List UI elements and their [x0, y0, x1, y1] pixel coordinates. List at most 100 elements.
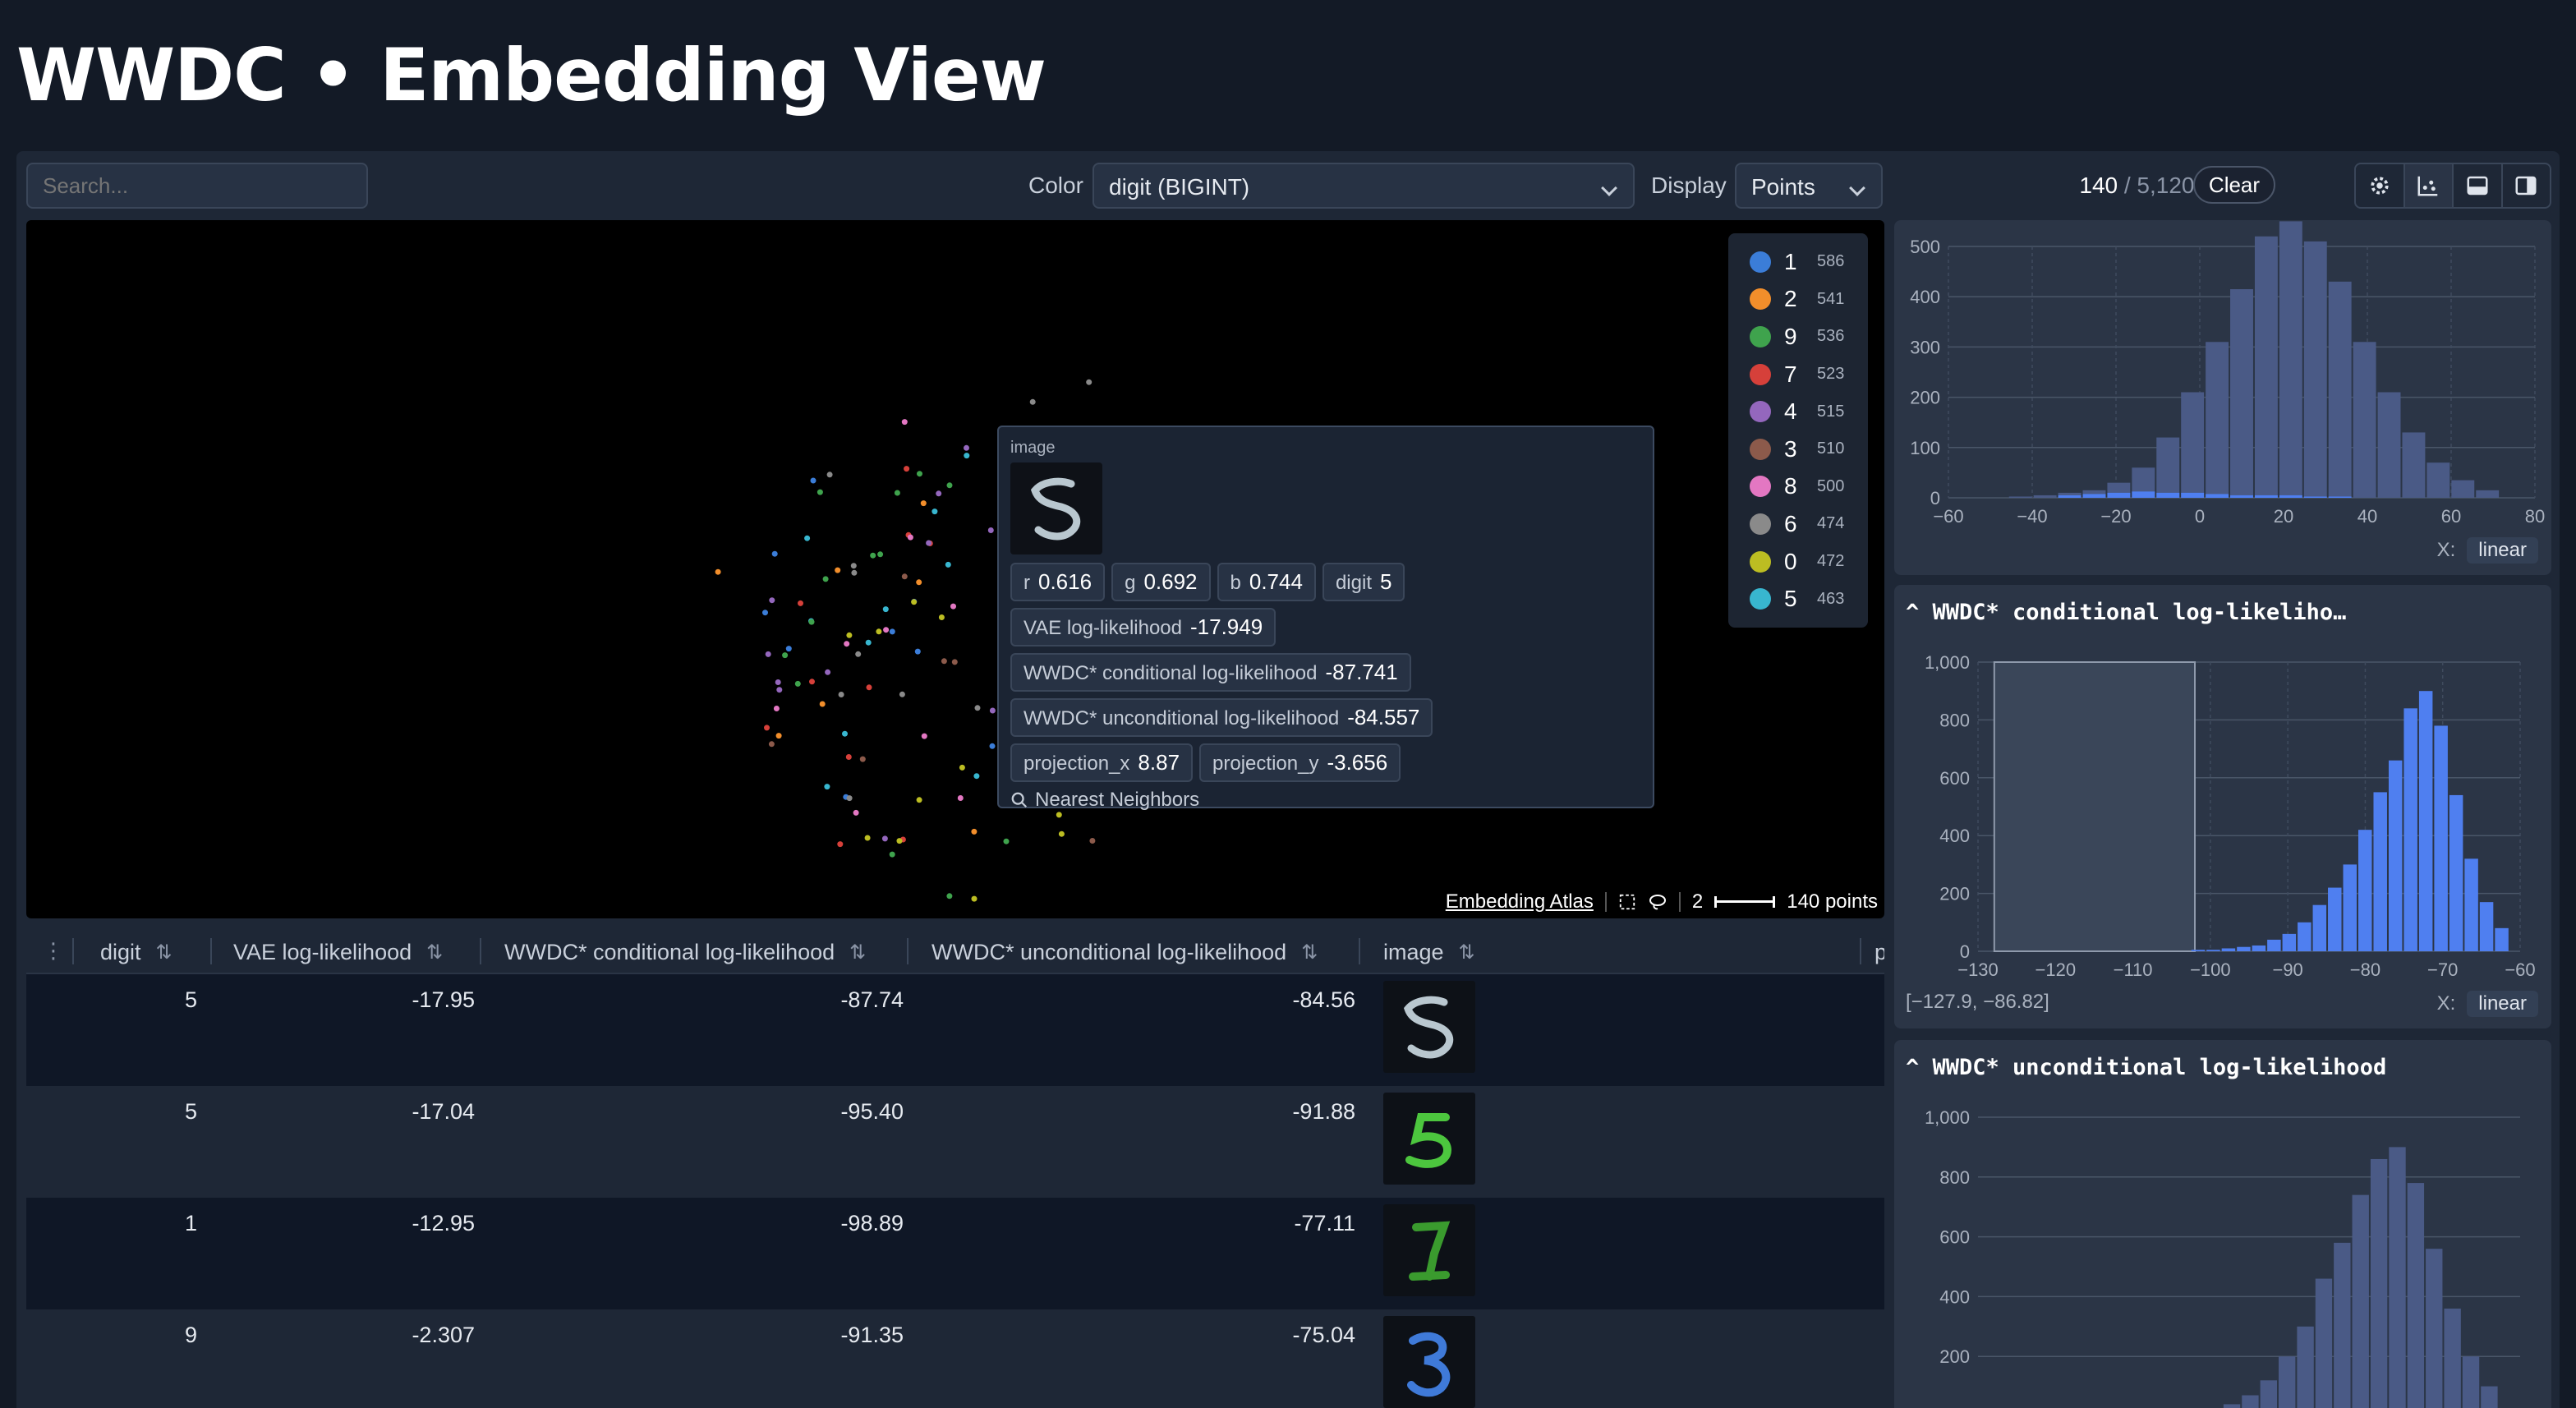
- scale-selector[interactable]: X: linear: [2437, 537, 2538, 564]
- histogram-conditional-chart[interactable]: 1,0008006004002000−130 −120 −110 −100 −90 −80…: [1894, 585, 2551, 1028]
- column-header-digit[interactable]: digit ⇅: [100, 940, 172, 965]
- table-row[interactable]: 5 -17.95 -87.74 -84.56: [26, 974, 1884, 1086]
- color-select[interactable]: digit (BIGINT): [1092, 163, 1635, 209]
- sort-icon: ⇅: [1458, 941, 1475, 964]
- column-header-vae[interactable]: VAE log-likelihood ⇅: [233, 940, 443, 965]
- scatter-point: [964, 444, 969, 451]
- x-tick-label: 80: [2525, 506, 2545, 527]
- scatter-point: [845, 754, 852, 760]
- legend-item[interactable]: 1 586: [1728, 243, 1868, 281]
- scatter-point: [932, 508, 938, 515]
- table-view-button[interactable]: [2454, 164, 2503, 207]
- legend-item[interactable]: 5 463: [1728, 580, 1868, 618]
- column-header-label: WWDC* conditional log-likelihood: [504, 940, 835, 964]
- scale-axis-label: X:: [2436, 992, 2456, 1015]
- field-key: projection_x: [1024, 752, 1130, 775]
- scale-value: 2: [1691, 890, 1704, 913]
- color-select-value: digit (BIGINT): [1109, 174, 1250, 200]
- column-header-label: image: [1383, 940, 1444, 964]
- field-projection-y: projection_y -3.656: [1199, 743, 1401, 782]
- histogram-bar: [2279, 1356, 2296, 1408]
- x-tick-label: −90: [2272, 959, 2302, 980]
- field-unconditional: WWDC* unconditional log-likelihood -84.55…: [1010, 698, 1433, 737]
- histogram-top-chart[interactable]: 5004003002001000−60 −40 −20 0 20 40 60 80: [1894, 220, 2551, 575]
- column-divider: [480, 938, 481, 964]
- nearest-neighbors-button[interactable]: Nearest Neighbors: [1010, 789, 1641, 812]
- points-count: 140 points: [1787, 890, 1878, 913]
- display-select[interactable]: Points: [1735, 163, 1883, 209]
- scatter-point: [822, 576, 829, 582]
- lasso-icon[interactable]: [1648, 892, 1668, 912]
- x-tick-label: −20: [2100, 506, 2131, 527]
- scatter-point: [1086, 379, 1092, 385]
- table-row[interactable]: 9 -2.307 -91.35 -75.04: [26, 1309, 1884, 1408]
- field-key: WWDC* conditional log-likelihood: [1024, 662, 1318, 684]
- legend-item[interactable]: 2 541: [1728, 281, 1868, 319]
- legend-name: 9: [1784, 323, 1797, 349]
- histogram-bar: [2353, 342, 2376, 498]
- legend-item[interactable]: 8 500: [1728, 468, 1868, 506]
- field-projection-x: projection_x 8.87: [1010, 743, 1194, 782]
- cell-vae: -17.95: [412, 987, 475, 1012]
- scatter-point: [901, 419, 908, 426]
- scatter-point: [889, 851, 895, 858]
- settings-button[interactable]: [2356, 164, 2405, 207]
- column-header-image[interactable]: image ⇅: [1383, 940, 1475, 965]
- scatter-point: [971, 895, 978, 902]
- x-tick-label: 0: [2195, 506, 2205, 527]
- histogram-bar: [2444, 1308, 2461, 1408]
- histogram-bar: [2312, 904, 2327, 951]
- scatter-point: [974, 705, 981, 711]
- box-select-icon[interactable]: [1618, 893, 1636, 911]
- sidebar-view-button[interactable]: [2503, 164, 2551, 207]
- row-menu-icon[interactable]: ⋮: [43, 938, 64, 964]
- histogram-panel-unconditional: ^ WWDC* unconditional log-likelihood 1,0…: [1894, 1040, 2551, 1408]
- legend-item[interactable]: 7 523: [1728, 356, 1868, 393]
- scatter-point: [987, 527, 994, 533]
- histogram-unconditional-chart[interactable]: 1,0008006004002000: [1894, 1040, 2551, 1408]
- y-tick-label: 400: [1939, 1286, 1970, 1307]
- scatter-point: [819, 701, 826, 707]
- display-label: Display: [1651, 173, 1727, 198]
- legend-item[interactable]: 3 510: [1728, 430, 1868, 468]
- field-value: -87.741: [1325, 660, 1398, 684]
- scatter-point: [762, 610, 768, 616]
- brush-selection[interactable]: [1993, 661, 2196, 952]
- scatter-point: [855, 651, 862, 657]
- legend-item[interactable]: 0 472: [1728, 543, 1868, 581]
- cell-conditional: -98.89: [840, 1211, 904, 1235]
- scatter-point: [1056, 812, 1062, 818]
- scatter-point: [971, 828, 978, 835]
- column-header-partial[interactable]: p: [1874, 940, 1884, 965]
- column-header-unconditional[interactable]: WWDC* unconditional log-likelihood ⇅: [932, 940, 1318, 965]
- legend-swatch: [1750, 550, 1771, 573]
- table-row[interactable]: 5 -17.04 -95.40 -91.88: [26, 1086, 1884, 1198]
- embedding-view-button[interactable]: [2404, 164, 2454, 207]
- field-g: g 0.692: [1111, 563, 1211, 601]
- legend-item[interactable]: 6 474: [1728, 505, 1868, 543]
- histogram-bar: [2377, 392, 2401, 498]
- histogram-bar-selected: [2206, 494, 2229, 498]
- histogram-bar: [2426, 1249, 2443, 1408]
- embedding-atlas-link[interactable]: Embedding Atlas: [1446, 890, 1594, 913]
- clear-button[interactable]: Clear: [2193, 166, 2275, 204]
- embedding-canvas[interactable]: 1 586 2 541 9 536 7 523 4 515 3 510 8 500 6 474 …: [26, 220, 1884, 918]
- table-row[interactable]: 1 -12.95 -98.89 -77.11: [26, 1198, 1884, 1309]
- histogram-bar-selected: [2132, 491, 2155, 498]
- column-header-conditional[interactable]: WWDC* conditional log-likelihood ⇅: [504, 940, 866, 965]
- y-tick-label: 400: [1939, 826, 1970, 846]
- scale-selector[interactable]: X: linear: [2437, 991, 2538, 1017]
- search-input[interactable]: [26, 163, 368, 209]
- scatter-point: [850, 563, 857, 569]
- column-header-label: digit: [100, 940, 141, 964]
- scatter-point: [765, 651, 771, 657]
- scatter-point: [865, 639, 872, 646]
- digit-five-image: [1030, 477, 1081, 541]
- histogram-bar: [2279, 221, 2302, 498]
- legend-item[interactable]: 9 536: [1728, 318, 1868, 356]
- legend-item[interactable]: 4 515: [1728, 393, 1868, 430]
- scatter-point: [989, 707, 996, 714]
- histogram-bar-selected: [2254, 495, 2278, 498]
- field-key: WWDC* unconditional log-likelihood: [1024, 707, 1340, 729]
- cell-conditional: -91.35: [840, 1323, 904, 1347]
